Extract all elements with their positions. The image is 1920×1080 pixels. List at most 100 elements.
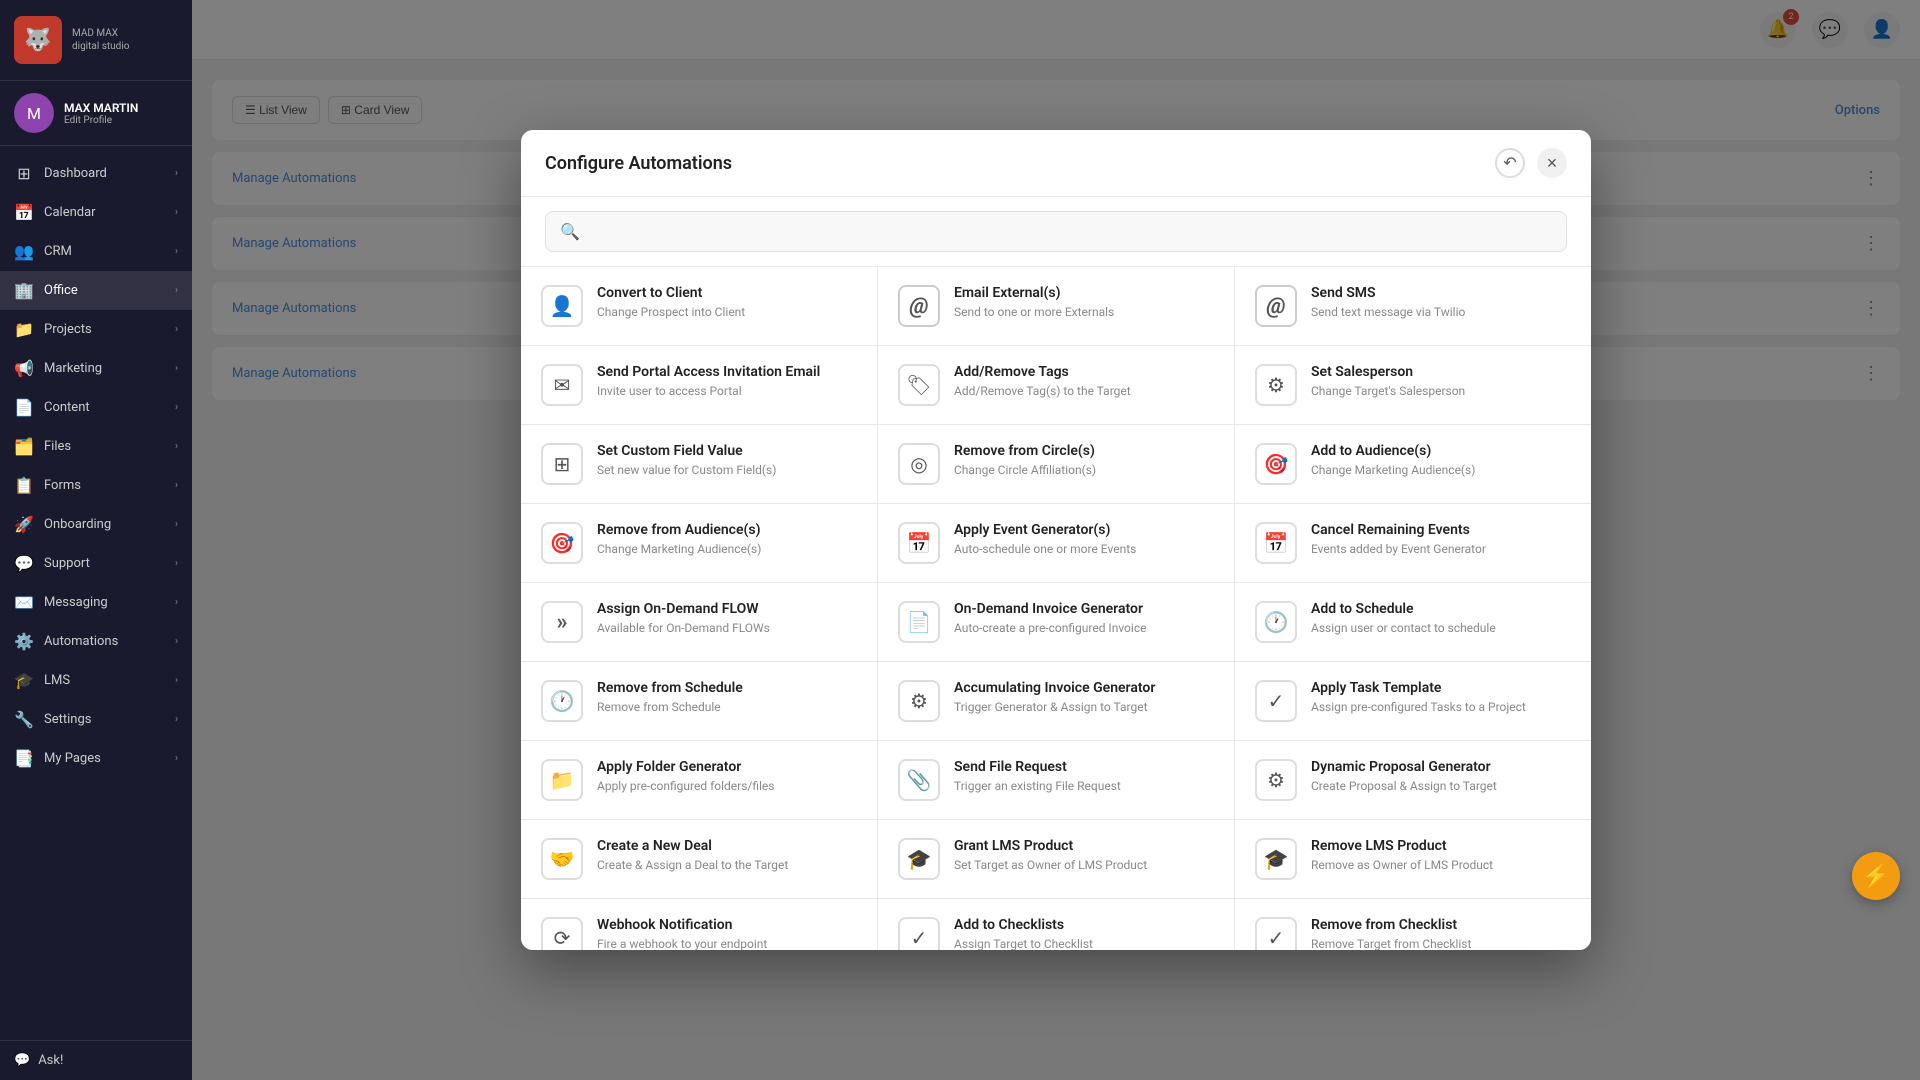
sidebar-item-onboarding[interactable]: 🚀 Onboarding › — [0, 505, 192, 544]
automation-cancel-remaining-events[interactable]: 📅 Cancel Remaining Events Events added b… — [1235, 504, 1591, 582]
automation-remove-from-circles[interactable]: ◎ Remove from Circle(s) Change Circle Af… — [878, 425, 1234, 503]
sidebar-item-messaging[interactable]: ✉️ Messaging › — [0, 583, 192, 622]
sidebar-item-label: Files — [44, 439, 71, 454]
automation-assign-on-demand-flow[interactable]: » Assign On-Demand FLOW Available for On… — [521, 583, 877, 661]
automation-desc: Create & Assign a Deal to the Target — [597, 857, 857, 874]
automation-remove-from-audiences[interactable]: 🎯 Remove from Audience(s) Change Marketi… — [521, 504, 877, 582]
logo: 🐺 MAD MAX digital studio — [0, 0, 192, 81]
ask-button[interactable]: 💬 Ask! — [14, 1053, 178, 1068]
search-input[interactable] — [590, 224, 1552, 240]
chevron-icon: › — [175, 714, 178, 725]
office-icon: 🏢 — [14, 281, 34, 300]
sidebar-item-label: Marketing — [44, 361, 102, 376]
chevron-icon: › — [175, 402, 178, 413]
automation-desc: Remove as Owner of LMS Product — [1311, 857, 1571, 874]
automation-send-portal-email[interactable]: ✉ Send Portal Access Invitation Email In… — [521, 346, 877, 424]
webhook-icon: ⟳ — [541, 917, 583, 950]
automation-grant-lms-product[interactable]: 🎓 Grant LMS Product Set Target as Owner … — [878, 820, 1234, 898]
automation-desc: Assign Target to Checklist — [954, 936, 1214, 950]
automation-name: Create a New Deal — [597, 838, 857, 854]
automation-name: Send Portal Access Invitation Email — [597, 364, 857, 380]
automation-desc: Auto-create a pre-configured Invoice — [954, 620, 1214, 637]
on-demand-flow-icon: » — [541, 601, 583, 643]
modal-overlay: Configure Automations ↶ × 🔍 👤 Convert to… — [192, 0, 1920, 1080]
remove-schedule-icon: 🕐 — [541, 680, 583, 722]
automation-name: Set Custom Field Value — [597, 443, 857, 459]
automation-dynamic-proposal[interactable]: ⚙ Dynamic Proposal Generator Create Prop… — [1235, 741, 1591, 819]
sidebar-item-label: Messaging — [44, 595, 108, 610]
automation-name: Dynamic Proposal Generator — [1311, 759, 1571, 775]
automation-desc: Change Marketing Audience(s) — [1311, 462, 1571, 479]
automation-set-salesperson[interactable]: ⚙ Set Salesperson Change Target's Salesp… — [1235, 346, 1591, 424]
grant-lms-icon: 🎓 — [898, 838, 940, 880]
convert-to-client-icon: 👤 — [541, 285, 583, 327]
automation-name: Apply Task Template — [1311, 680, 1571, 696]
sidebar-item-lms[interactable]: 🎓 LMS › — [0, 661, 192, 700]
sidebar-item-label: Forms — [44, 478, 81, 493]
automation-desc: Send text message via Twilio — [1311, 304, 1571, 321]
automation-convert-to-client[interactable]: 👤 Convert to Client Change Prospect into… — [521, 267, 877, 345]
automation-create-new-deal[interactable]: 🤝 Create a New Deal Create & Assign a De… — [521, 820, 877, 898]
automation-email-externals[interactable]: @ Email External(s) Send to one or more … — [878, 267, 1234, 345]
automation-add-remove-tags[interactable]: 🏷 Add/Remove Tags Add/Remove Tag(s) to t… — [878, 346, 1234, 424]
close-button[interactable]: × — [1537, 148, 1567, 178]
automation-apply-folder-generator[interactable]: 📁 Apply Folder Generator Apply pre-confi… — [521, 741, 877, 819]
sidebar-item-files[interactable]: 🗂️ Files › — [0, 427, 192, 466]
email-externals-icon: @ — [898, 285, 940, 327]
modal-header: Configure Automations ↶ × — [521, 130, 1591, 197]
automation-apply-event-generator[interactable]: 📅 Apply Event Generator(s) Auto-schedule… — [878, 504, 1234, 582]
automation-name: Add to Audience(s) — [1311, 443, 1571, 459]
automation-desc: Change Circle Affiliation(s) — [954, 462, 1214, 479]
sidebar-item-forms[interactable]: 📋 Forms › — [0, 466, 192, 505]
sidebar-footer: 💬 Ask! — [0, 1040, 192, 1080]
automation-add-to-schedule[interactable]: 🕐 Add to Schedule Assign user or contact… — [1235, 583, 1591, 661]
add-schedule-icon: 🕐 — [1255, 601, 1297, 643]
sidebar-item-crm[interactable]: 👥 CRM › — [0, 232, 192, 271]
sidebar-item-label: LMS — [44, 673, 70, 688]
automation-add-to-checklists[interactable]: ✓ Add to Checklists Assign Target to Che… — [878, 899, 1234, 950]
file-request-icon: 📎 — [898, 759, 940, 801]
sidebar-item-my-pages[interactable]: 📑 My Pages › — [0, 739, 192, 778]
sidebar-item-marketing[interactable]: 📢 Marketing › — [0, 349, 192, 388]
search-bar: 🔍 — [521, 197, 1591, 267]
sidebar-item-projects[interactable]: 📁 Projects › — [0, 310, 192, 349]
sidebar-item-office[interactable]: 🏢 Office › — [0, 271, 192, 310]
automation-desc: Remove Target from Checklist — [1311, 936, 1571, 950]
sidebar-item-support[interactable]: 💬 Support › — [0, 544, 192, 583]
automation-send-file-request[interactable]: 📎 Send File Request Trigger an existing … — [878, 741, 1234, 819]
forms-icon: 📋 — [14, 476, 34, 495]
automation-send-sms[interactable]: @ Send SMS Send text message via Twilio — [1235, 267, 1591, 345]
automation-accumulating-invoice[interactable]: ⚙ Accumulating Invoice Generator Trigger… — [878, 662, 1234, 740]
accumulating-invoice-icon: ⚙ — [898, 680, 940, 722]
sidebar-item-settings[interactable]: 🔧 Settings › — [0, 700, 192, 739]
edit-profile-link[interactable]: Edit Profile — [64, 115, 138, 126]
create-deal-icon: 🤝 — [541, 838, 583, 880]
automation-desc: Trigger an existing File Request — [954, 778, 1214, 795]
sidebar-item-automations[interactable]: ⚙️ Automations › — [0, 622, 192, 661]
lightning-fab[interactable]: ⚡ — [1852, 852, 1900, 900]
automation-apply-task-template[interactable]: ✓ Apply Task Template Assign pre-configu… — [1235, 662, 1591, 740]
automation-on-demand-invoice[interactable]: 📄 On-Demand Invoice Generator Auto-creat… — [878, 583, 1234, 661]
marketing-icon: 📢 — [14, 359, 34, 378]
automation-remove-from-schedule[interactable]: 🕐 Remove from Schedule Remove from Sched… — [521, 662, 877, 740]
search-icon: 🔍 — [560, 222, 580, 241]
chevron-icon: › — [175, 480, 178, 491]
automation-desc: Assign pre-configured Tasks to a Project — [1311, 699, 1571, 716]
folder-generator-icon: 📁 — [541, 759, 583, 801]
sidebar-item-label: Dashboard — [44, 166, 107, 181]
chevron-icon: › — [175, 558, 178, 569]
sidebar-item-dashboard[interactable]: ⊞ Dashboard › — [0, 154, 192, 193]
back-button[interactable]: ↶ — [1495, 148, 1525, 178]
automation-remove-lms-product[interactable]: 🎓 Remove LMS Product Remove as Owner of … — [1235, 820, 1591, 898]
automation-set-custom-field[interactable]: ⊞ Set Custom Field Value Set new value f… — [521, 425, 877, 503]
automation-remove-from-checklist[interactable]: ✓ Remove from Checklist Remove Target fr… — [1235, 899, 1591, 950]
sidebar-item-content[interactable]: 📄 Content › — [0, 388, 192, 427]
sidebar-nav: ⊞ Dashboard › 📅 Calendar › 👥 CRM › 🏢 Off… — [0, 146, 192, 1040]
automation-name: Cancel Remaining Events — [1311, 522, 1571, 538]
event-generator-icon: 📅 — [898, 522, 940, 564]
automation-webhook-notification[interactable]: ⟳ Webhook Notification Fire a webhook to… — [521, 899, 877, 950]
user-profile[interactable]: M MAX MARTIN Edit Profile — [0, 81, 192, 146]
automation-add-to-audiences[interactable]: 🎯 Add to Audience(s) Change Marketing Au… — [1235, 425, 1591, 503]
automation-name: Remove LMS Product — [1311, 838, 1571, 854]
sidebar-item-calendar[interactable]: 📅 Calendar › — [0, 193, 192, 232]
